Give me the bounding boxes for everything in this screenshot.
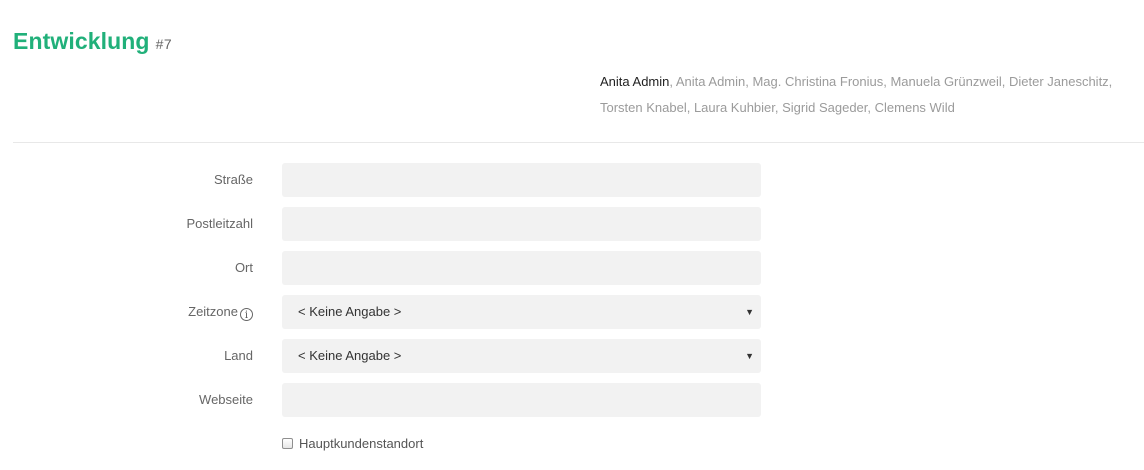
street-label: Straße (213, 172, 253, 187)
country-row: Land < Keine Angabe > ▼ (0, 339, 1144, 373)
title-row: Entwicklung #7 (13, 28, 172, 55)
website-label: Webseite (199, 392, 253, 407)
info-icon[interactable]: i (240, 308, 253, 321)
main-location-label[interactable]: Hauptkundenstandort (299, 436, 423, 451)
main-location-checkbox[interactable] (282, 438, 293, 450)
page-title: Entwicklung (13, 28, 150, 54)
street-row: Straße (0, 163, 1144, 197)
chevron-down-icon: ▼ (745, 351, 754, 361)
chevron-down-icon: ▼ (745, 307, 754, 317)
timezone-row: Zeitzone i < Keine Angabe > ▼ (0, 295, 1144, 329)
timezone-select[interactable]: < Keine Angabe > ▼ (282, 295, 761, 329)
timezone-selected-value: < Keine Angabe > (298, 304, 402, 319)
website-input[interactable] (282, 383, 761, 417)
country-label: Land (224, 348, 253, 363)
website-row: Webseite (0, 383, 1144, 417)
header-divider (13, 142, 1144, 143)
timezone-label-group: Zeitzone i (188, 295, 253, 329)
team-number: #7 (155, 36, 173, 52)
city-input[interactable] (282, 251, 761, 285)
city-label: Ort (234, 260, 253, 275)
timezone-label: Zeitzone (188, 304, 238, 319)
postal-code-row: Postleitzahl (0, 207, 1144, 241)
city-row: Ort (0, 251, 1144, 285)
member-list: Anita Admin, Anita Admin, Mag. Christina… (600, 69, 1136, 121)
country-select[interactable]: < Keine Angabe > ▼ (282, 339, 761, 373)
member-others: , Anita Admin, Mag. Christina Fronius, M… (600, 74, 1113, 115)
member-active[interactable]: Anita Admin (600, 74, 669, 89)
main-location-row: Hauptkundenstandort (282, 435, 423, 453)
street-input[interactable] (282, 163, 761, 197)
postal-code-input[interactable] (282, 207, 761, 241)
country-selected-value: < Keine Angabe > (298, 348, 402, 363)
postal-code-label: Postleitzahl (186, 216, 253, 231)
